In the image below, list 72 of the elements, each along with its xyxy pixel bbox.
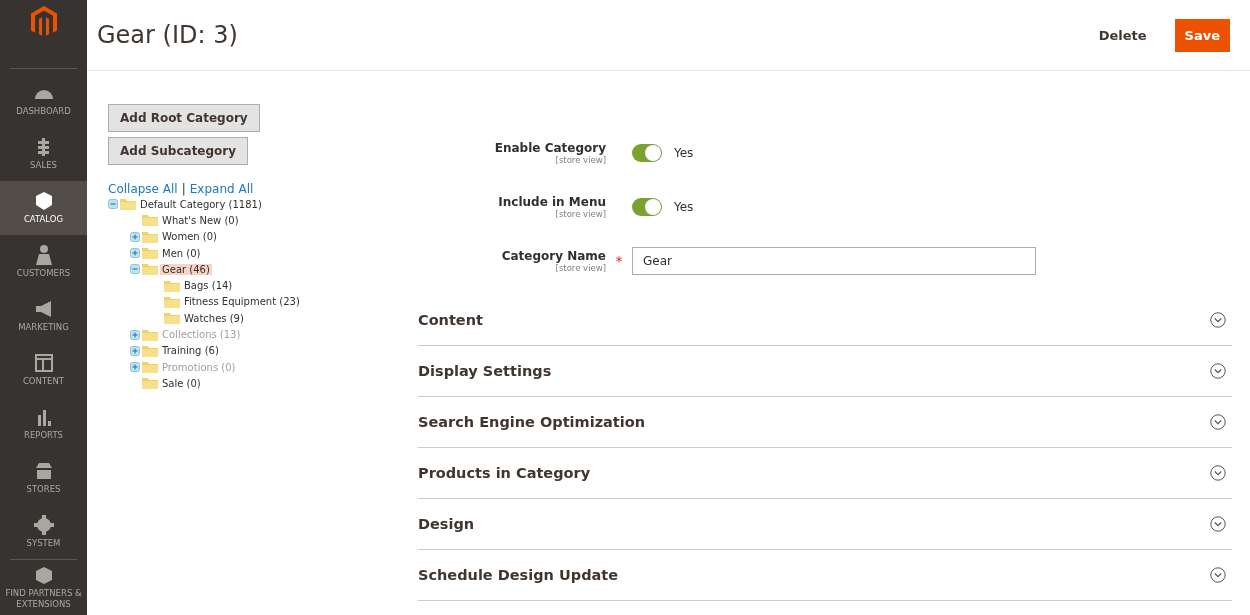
- nav-item[interactable]: CATALOG: [0, 181, 87, 235]
- nav-item[interactable]: MARKETING: [0, 289, 87, 343]
- nav-icon: [32, 515, 55, 536]
- tree-link[interactable]: Expand All: [189, 182, 254, 196]
- tree-item[interactable]: Men (0): [160, 247, 203, 259]
- field-label: Category Name: [501, 249, 606, 263]
- nav-item[interactable]: FIND PARTNERS & EXTENSIONS: [0, 560, 87, 614]
- nav-item[interactable]: SALES: [0, 127, 87, 181]
- folder-icon: [142, 361, 158, 374]
- folder-icon: [164, 312, 180, 325]
- chevron-icon[interactable]: [1210, 363, 1226, 379]
- link-separator: |: [181, 182, 186, 196]
- section-title[interactable]: Search Engine Optimization: [418, 414, 646, 430]
- nav-item[interactable]: SYSTEM: [0, 505, 87, 559]
- folder-icon: [164, 295, 180, 308]
- scope-label: [store view]: [555, 155, 606, 165]
- folder-icon: [142, 377, 158, 390]
- add-category-button[interactable]: Add Root Category: [108, 104, 260, 132]
- scope-label: [store view]: [555, 263, 606, 273]
- folder-icon: [142, 214, 158, 227]
- toggle-switch[interactable]: [632, 144, 662, 162]
- delete-button[interactable]: Delete: [1088, 18, 1157, 52]
- section-title[interactable]: Schedule Design Update: [418, 567, 619, 583]
- tree-item[interactable]: Women (0): [160, 231, 219, 243]
- chevron-icon[interactable]: [1210, 414, 1226, 430]
- expander-icon[interactable]: [130, 345, 140, 356]
- required-mark: *: [615, 253, 623, 269]
- tree-item[interactable]: Default Category (1181): [138, 198, 264, 210]
- expander-icon[interactable]: [108, 199, 118, 210]
- add-category-button[interactable]: Add Subcategory: [108, 137, 249, 165]
- section-title[interactable]: Products in Category: [418, 465, 591, 481]
- chevron-icon[interactable]: [1210, 516, 1226, 532]
- save-button[interactable]: Save: [1174, 18, 1230, 52]
- toggle-value: Yes: [674, 146, 694, 160]
- folder-icon: [142, 230, 158, 243]
- tree-item[interactable]: Gear (46): [160, 263, 212, 275]
- tree-link[interactable]: Collapse All: [108, 182, 178, 196]
- tree-item[interactable]: Sale (0): [160, 377, 203, 389]
- expander-icon[interactable]: [130, 231, 140, 242]
- nav-item[interactable]: CUSTOMERS: [0, 235, 87, 289]
- nav-item[interactable]: CONTENT: [0, 343, 87, 397]
- scope-label: [store view]: [555, 209, 606, 219]
- tree-item[interactable]: Watches (9): [182, 312, 246, 324]
- folder-icon: [164, 279, 180, 292]
- folder-icon: [142, 344, 158, 357]
- expander-icon[interactable]: [130, 248, 140, 259]
- folder-icon: [142, 263, 158, 276]
- nav-item[interactable]: REPORTS: [0, 397, 87, 451]
- folder-icon: [142, 247, 158, 260]
- tree-item[interactable]: Fitness Equipment (23): [182, 296, 302, 308]
- tree-item[interactable]: What's New (0): [160, 214, 241, 226]
- section-title[interactable]: Display Settings: [418, 363, 552, 379]
- folder-icon: [142, 328, 158, 341]
- toggle-value: Yes: [674, 200, 694, 214]
- input-field[interactable]: Gear: [632, 247, 1036, 275]
- chevron-icon[interactable]: [1210, 312, 1226, 328]
- nav-icon: [32, 353, 55, 374]
- tree-item[interactable]: Training (6): [160, 345, 221, 357]
- nav-item[interactable]: STORES: [0, 451, 87, 505]
- section-title[interactable]: Design: [418, 516, 475, 532]
- toggle-switch[interactable]: [632, 198, 662, 216]
- folder-icon: [120, 198, 136, 211]
- tree-item[interactable]: Bags (14): [182, 280, 235, 292]
- expander-icon[interactable]: [130, 264, 140, 275]
- field-label: Include in Menu: [498, 195, 606, 209]
- chevron-icon[interactable]: [1210, 567, 1226, 583]
- chevron-icon[interactable]: [1210, 465, 1226, 481]
- nav-item[interactable]: DASHBOARD: [0, 73, 87, 127]
- page-title: Gear (ID: 3): [97, 21, 238, 49]
- logo-icon[interactable]: [30, 6, 57, 38]
- field-label: Enable Category: [494, 141, 606, 155]
- section-title[interactable]: Content: [418, 312, 483, 328]
